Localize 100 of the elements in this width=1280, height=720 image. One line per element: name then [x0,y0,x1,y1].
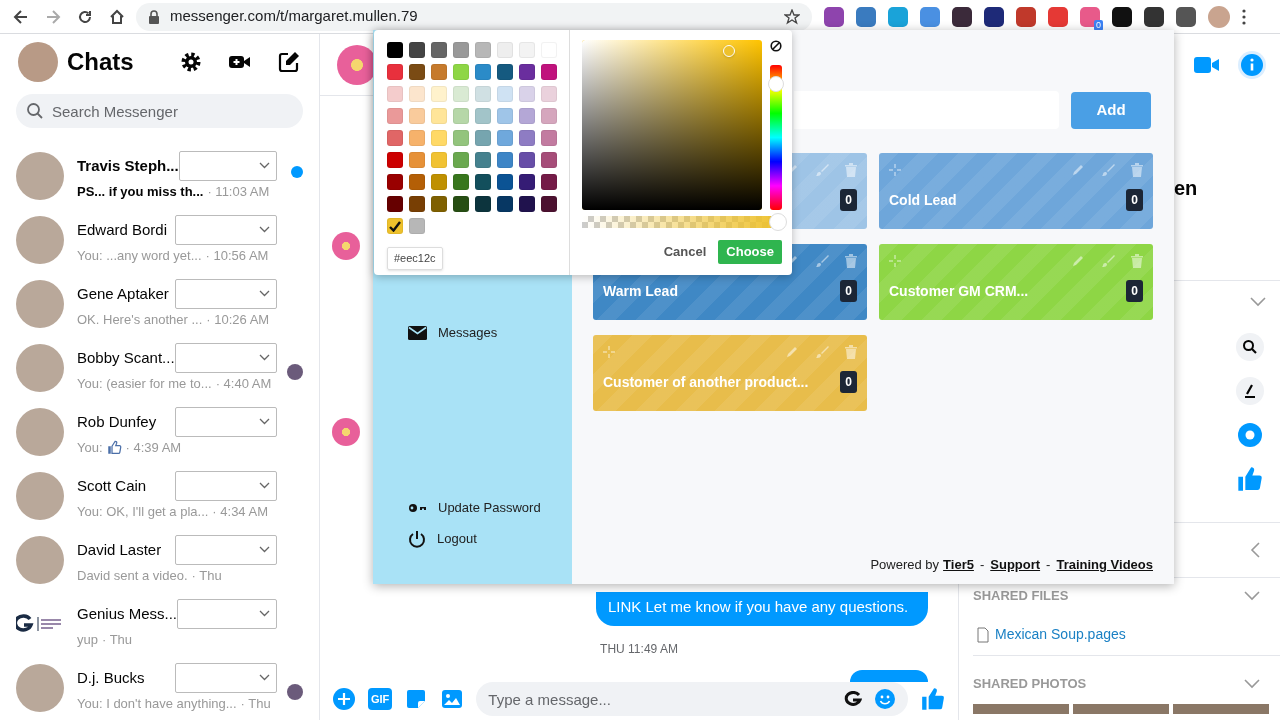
color-swatch[interactable] [453,42,469,58]
move-icon[interactable] [889,255,901,267]
plus-icon[interactable] [332,687,356,711]
cancel-button[interactable]: Cancel [663,242,707,262]
avatar-photo[interactable] [16,280,64,328]
circle-icon[interactable] [1236,421,1264,449]
color-swatch[interactable] [519,152,535,168]
color-swatch[interactable] [409,86,425,102]
brush-icon[interactable] [815,254,829,268]
color-swatch[interactable] [387,108,403,124]
color-swatch[interactable] [475,152,491,168]
profile-avatar[interactable] [1208,5,1230,28]
tag-dropdown[interactable] [174,470,277,501]
back-icon[interactable] [12,7,30,26]
color-swatch[interactable] [475,64,491,80]
no-color-icon[interactable] [770,40,782,52]
color-swatch[interactable] [409,152,425,168]
chat-list-item[interactable]: Rob Dunfey You: · 4:39 AM [0,400,319,464]
color-swatch[interactable] [497,42,513,58]
color-swatch[interactable] [431,42,447,58]
color-swatch[interactable] [387,130,403,146]
move-icon[interactable] [889,164,901,176]
color-swatch[interactable] [497,108,513,124]
extension-icon[interactable] [952,6,972,27]
move-icon[interactable] [603,346,615,358]
color-swatch[interactable] [519,64,535,80]
color-swatch[interactable] [387,196,403,212]
color-swatch[interactable] [497,86,513,102]
file-link[interactable]: Mexican Soup.pages [995,624,1126,645]
home-icon[interactable] [108,7,126,26]
color-swatch[interactable] [453,174,469,190]
brush-icon[interactable] [1101,254,1115,268]
color-swatch[interactable] [519,86,535,102]
color-swatch[interactable] [475,130,491,146]
brush-icon[interactable] [815,163,829,177]
chat-list-item[interactable]: Travis Steph... PS... if you miss th... · 11:03 AM [0,144,319,208]
hue-slider-thumb[interactable] [768,75,784,92]
extension-icon[interactable] [824,6,844,27]
trash-icon[interactable] [1131,254,1143,268]
color-swatch[interactable] [409,42,425,58]
tag-dropdown[interactable] [174,342,277,373]
tag-dropdown[interactable] [174,214,277,245]
color-swatch[interactable] [453,108,469,124]
avatar-photo[interactable] [16,472,64,520]
pen-icon[interactable] [1236,377,1264,405]
color-swatch[interactable] [497,152,513,168]
color-swatch[interactable] [541,174,557,190]
color-swatch[interactable] [475,42,491,58]
chat-list-item[interactable]: D.j. Bucks You: I don't have anything... · Thu [0,656,319,720]
color-swatch[interactable] [431,152,447,168]
chevron-down-icon[interactable] [1244,591,1260,601]
color-swatch[interactable] [541,152,557,168]
color-swatch[interactable] [519,130,535,146]
extension-icon[interactable] [1176,6,1196,27]
color-swatch[interactable] [387,174,403,190]
hue-slider[interactable] [770,65,782,210]
avatar-photo[interactable] [16,536,64,584]
color-swatch[interactable] [431,86,447,102]
color-swatch[interactable] [431,130,447,146]
color-swatch[interactable] [497,64,513,80]
address-bar[interactable]: messenger.com/t/margaret.mullen.79 [136,2,812,31]
trash-icon[interactable] [845,163,857,177]
chevron-left-icon[interactable] [1250,542,1260,558]
avatar-photo[interactable] [16,344,64,392]
footer-link[interactable]: Training Videos [1056,554,1153,574]
color-swatch[interactable] [409,174,425,190]
trash-icon[interactable] [845,345,857,359]
avatar-photo[interactable] [16,408,64,456]
color-swatch[interactable] [387,218,403,234]
tag-dropdown[interactable] [174,534,277,565]
tag-dropdown[interactable] [174,278,277,309]
brush-icon[interactable] [1101,163,1115,177]
color-swatch[interactable] [519,108,535,124]
avatar-photo[interactable] [16,216,64,264]
color-swatch[interactable] [409,130,425,146]
forward-icon[interactable] [44,7,62,26]
footer-link[interactable]: Support [990,554,1041,574]
color-swatch[interactable] [431,64,447,80]
compose-icon[interactable] [277,50,301,74]
chat-list-item[interactable]: Edward Bordi You: ...any word yet... · 10:56 AM [0,208,319,272]
message-input[interactable]: Type a message... [476,682,908,716]
color-swatch[interactable] [453,86,469,102]
chat-list-item[interactable]: Gene Aptaker OK. Here's another ... · 10:26 AM [0,272,319,336]
menu-item[interactable]: Update Password [408,497,572,518]
star-icon[interactable] [784,8,800,25]
color-swatch[interactable] [409,64,425,80]
thumbs-up-icon[interactable] [1236,465,1264,493]
color-swatch[interactable] [519,174,535,190]
chevron-down-icon[interactable] [1250,297,1266,307]
video-call-icon[interactable] [1194,56,1220,74]
chat-list-item[interactable]: Genius Mess... yup · Thu [0,592,319,656]
tag-dropdown[interactable] [174,406,277,437]
emoji-icon[interactable] [874,688,896,710]
color-swatch[interactable] [387,86,403,102]
chat-list-item[interactable]: Bobby Scant... You: (easier for me to... · 4:40 AM [0,336,319,400]
color-swatch[interactable] [475,108,491,124]
color-swatch[interactable] [409,218,425,234]
user-avatar[interactable] [18,42,58,82]
color-swatch[interactable] [409,108,425,124]
thumbs-up-icon[interactable] [920,686,946,712]
